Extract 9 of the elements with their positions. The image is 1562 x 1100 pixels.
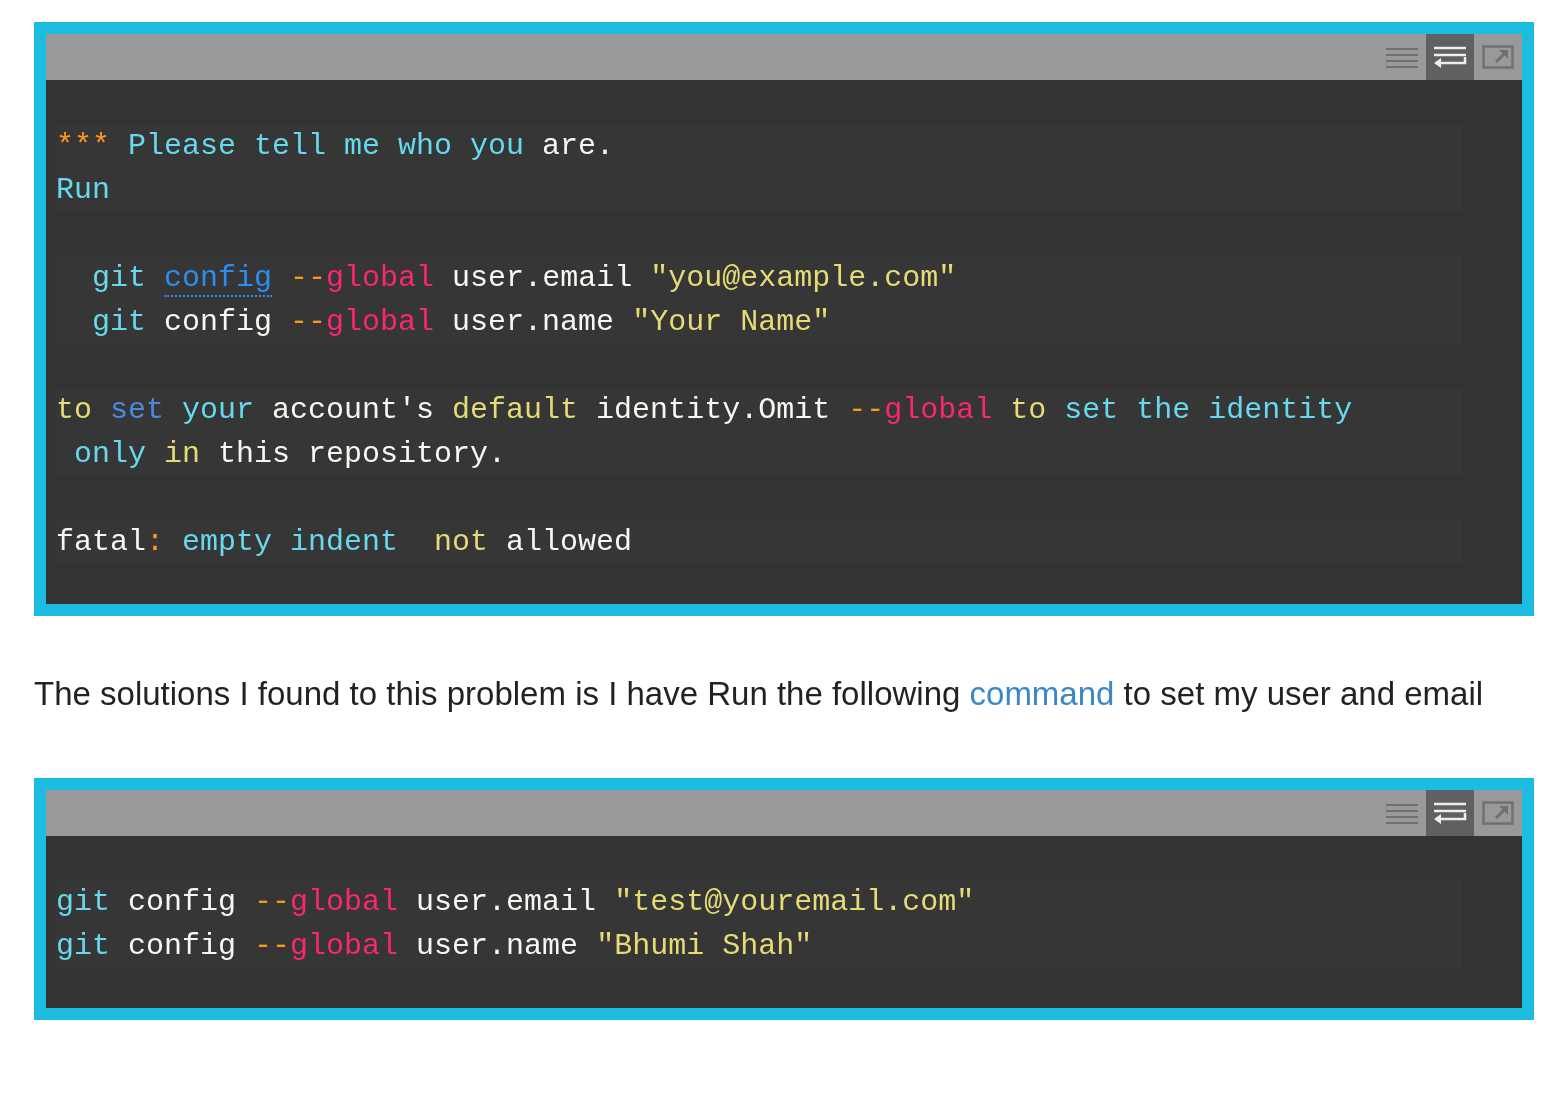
lines-icon (1385, 46, 1419, 68)
lines-icon (1385, 802, 1419, 824)
code-link[interactable]: config (164, 261, 273, 297)
toolbar-button[interactable] (1426, 790, 1474, 836)
return-arrow-icon (1433, 801, 1467, 825)
return-arrow-icon (1433, 45, 1467, 69)
toolbar-button[interactable] (1426, 34, 1474, 80)
paragraph: The solutions I found to this problem is I have Run the following command to set my user and email (34, 674, 1485, 714)
command-link[interactable]: command (969, 675, 1115, 712)
